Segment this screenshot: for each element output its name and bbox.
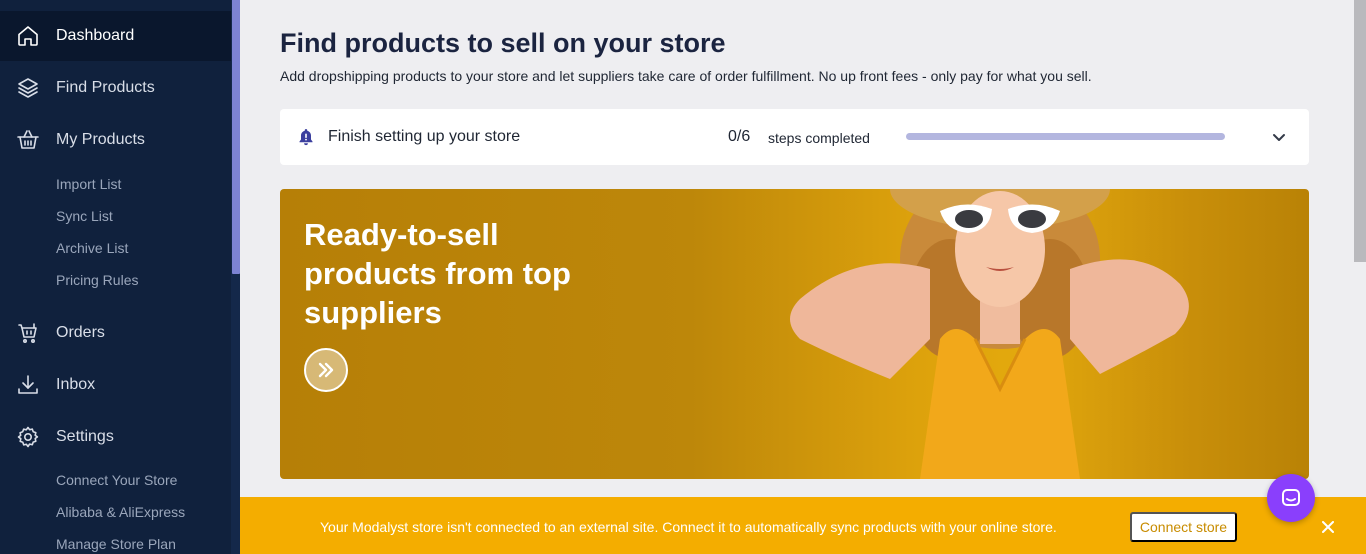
- setup-step-count: 0/6: [728, 128, 751, 145]
- sidebar-subitem-import-list[interactable]: Import List: [56, 176, 121, 192]
- setup-steps-label: steps completed: [768, 130, 870, 146]
- main-content: Find products to sell on your store Add …: [240, 0, 1366, 554]
- setup-progress-bar: [906, 133, 1225, 140]
- chat-launcher-button[interactable]: [1267, 474, 1315, 522]
- banner-title: Ready-to-sell products from top supplier…: [304, 217, 571, 330]
- main-scrollbar-thumb[interactable]: [1354, 0, 1366, 262]
- sidebar-item-label: Dashboard: [56, 27, 135, 44]
- setup-progress-card[interactable]: Finish setting up your store 0/6 steps c…: [280, 109, 1309, 165]
- sidebar-item-dashboard[interactable]: Dashboard: [0, 11, 231, 61]
- sidebar-subitem-manage-plan[interactable]: Manage Store Plan: [56, 536, 176, 552]
- home-icon: [16, 24, 40, 48]
- page-title: Find products to sell on your store: [280, 28, 726, 58]
- sidebar-item-orders[interactable]: Orders: [0, 308, 231, 358]
- chevron-down-icon[interactable]: [1270, 128, 1288, 146]
- sidebar-subitem-archive-list[interactable]: Archive List: [56, 240, 128, 256]
- sidebar-subitem-sync-list[interactable]: Sync List: [56, 208, 113, 224]
- chat-icon: [1282, 489, 1300, 506]
- layers-icon: [16, 76, 40, 100]
- sidebar-item-label: My Products: [56, 131, 145, 148]
- cart-icon: [16, 321, 40, 345]
- gear-icon: [16, 425, 40, 449]
- sidebar-item-find-products[interactable]: Find Products: [0, 63, 231, 113]
- model-photo: [790, 189, 1189, 479]
- sidebar-item-label: Orders: [56, 324, 105, 341]
- main-scrollbar[interactable]: [1350, 0, 1366, 554]
- page-subtitle: Add dropshipping products to your store …: [280, 68, 1092, 84]
- close-icon[interactable]: [1322, 520, 1334, 533]
- download-icon: [16, 373, 40, 397]
- sidebar-item-label: Find Products: [56, 79, 155, 96]
- sidebar-item-label: Settings: [56, 428, 114, 445]
- sidebar-item-label: Inbox: [56, 376, 96, 393]
- promo-banner[interactable]: Ready-to-sell products from top supplier…: [280, 189, 1309, 479]
- connect-store-button[interactable]: Connect store: [1130, 512, 1237, 542]
- basket-icon: [16, 128, 40, 152]
- sidebar: Dashboard Find Products My Products Impo…: [0, 0, 240, 554]
- sidebar-scrollbar[interactable]: [231, 0, 240, 554]
- bell-icon: [296, 127, 316, 147]
- setup-title: Finish setting up your store: [328, 128, 521, 145]
- store-connection-notice: Your Modalyst store isn't connected to a…: [240, 497, 1366, 554]
- sidebar-item-settings[interactable]: Settings: [0, 412, 231, 462]
- sidebar-item-inbox[interactable]: Inbox: [0, 360, 231, 410]
- double-chevron-right-icon: [318, 362, 334, 378]
- sidebar-scrollbar-thumb[interactable]: [232, 0, 240, 274]
- sidebar-subitem-connect-store[interactable]: Connect Your Store: [56, 472, 177, 488]
- notice-text: Your Modalyst store isn't connected to a…: [320, 519, 1057, 535]
- banner-forward-button[interactable]: [304, 348, 348, 392]
- sidebar-subitem-alibaba[interactable]: Alibaba & AliExpress: [56, 504, 185, 520]
- sidebar-subitem-pricing-rules[interactable]: Pricing Rules: [56, 272, 138, 288]
- sidebar-item-my-products[interactable]: My Products: [0, 115, 231, 165]
